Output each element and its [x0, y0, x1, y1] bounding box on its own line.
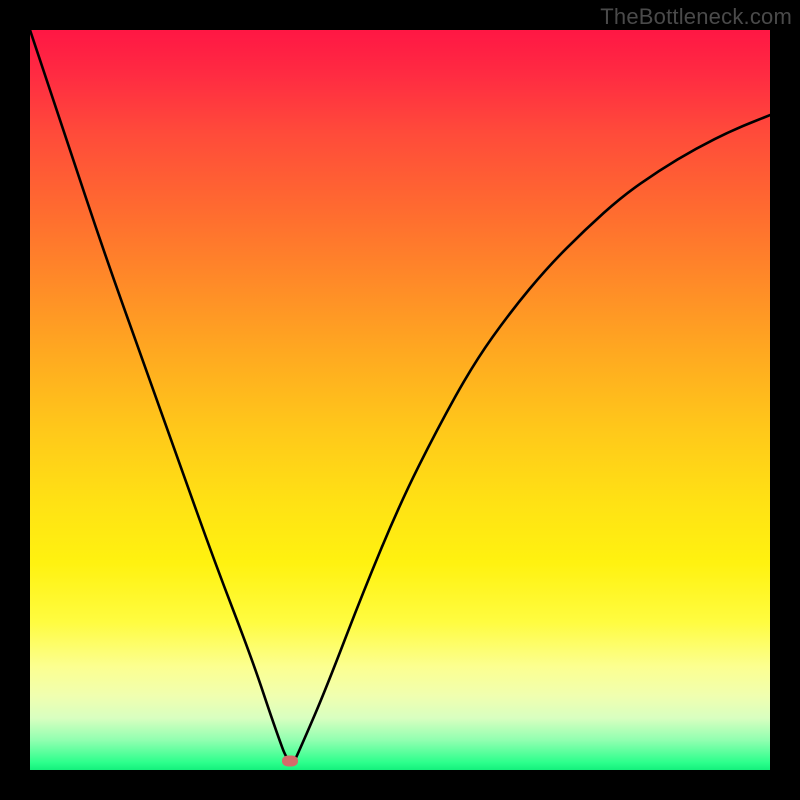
optimal-marker: [282, 756, 298, 767]
chart-frame: TheBottleneck.com: [0, 0, 800, 800]
plot-area: [30, 30, 770, 770]
curve-svg: [30, 30, 770, 770]
bottleneck-curve: [30, 30, 770, 761]
watermark-text: TheBottleneck.com: [600, 4, 792, 30]
